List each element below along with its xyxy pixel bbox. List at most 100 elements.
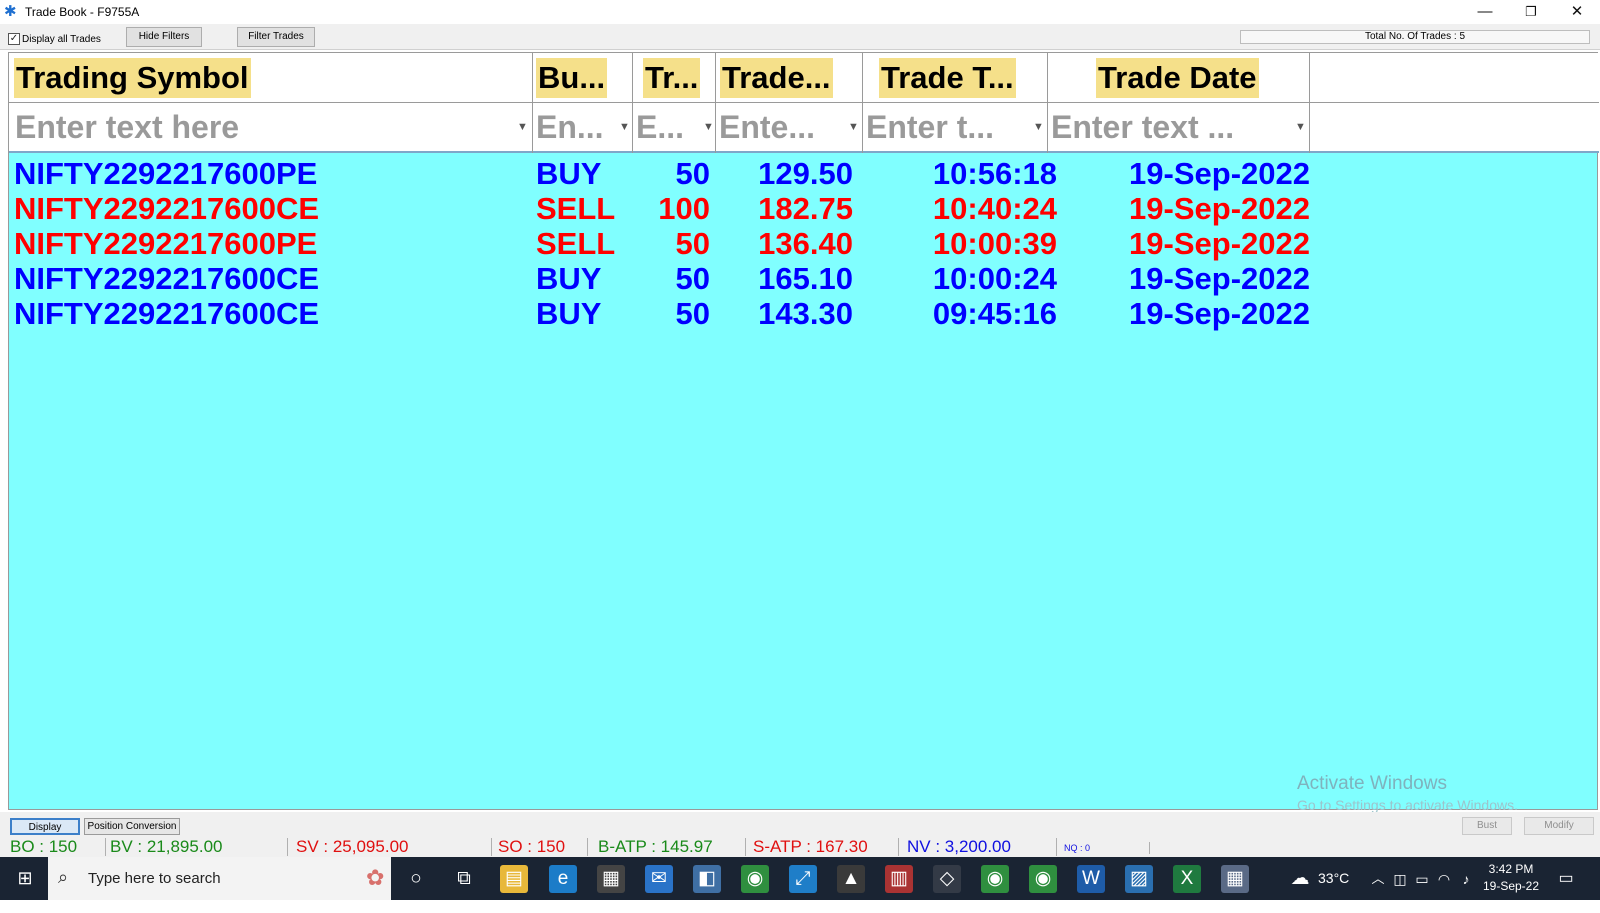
trading-app-icon[interactable]: ◇ — [933, 865, 961, 893]
table-row[interactable]: NIFTY2292217600CE SELL 100 182.75 10:40:24 19… — [9, 191, 1599, 226]
column-header-buy-sell[interactable]: Bu... — [533, 53, 633, 103]
cell-trading-symbol: NIFTY2292217600CE — [14, 296, 320, 331]
filter-row: Enter text here ▼ En... ▼ E... ▼ Ente... ▼ E… — [9, 103, 1599, 153]
notification-icon[interactable]: ▭ — [1552, 865, 1580, 893]
close-button[interactable]: ✕ — [1554, 0, 1600, 24]
cell-trading-symbol: NIFTY2292217600PE — [14, 226, 318, 261]
summary-bar: BO : 150 BV : 21,895.00 SV : 25,095.00 S… — [0, 836, 1600, 857]
trade-grid: Trading Symbol Bu... Tr... Trade... Trad… — [8, 52, 1599, 813]
filter-placeholder[interactable]: Enter t... — [866, 107, 995, 147]
remote-icon[interactable]: ⤢ — [789, 865, 817, 893]
tab-display[interactable]: Display — [10, 818, 80, 835]
photos-icon[interactable]: ▨ — [1125, 865, 1153, 893]
activate-windows-title: Activate Windows — [1297, 773, 1447, 794]
clock-time: 3:42 PM — [1488, 862, 1534, 876]
excel-icon[interactable]: X — [1173, 865, 1201, 893]
cell-trade-price: 136.40 — [758, 226, 853, 261]
filter-cell-buy-sell[interactable]: En... ▼ — [533, 103, 633, 153]
windows-start-icon[interactable]: ⊞ — [14, 867, 36, 889]
cell-trade-time: 09:45:16 — [932, 296, 1057, 331]
table-row[interactable]: NIFTY2292217600CE BUY 50 165.10 10:00:24 19-S… — [9, 261, 1599, 296]
filter-funnel-icon[interactable]: ▼ — [1033, 121, 1044, 133]
cell-traded-qty: 50 — [675, 156, 710, 191]
net-qty-summary: NQ : 0 — [1060, 842, 1150, 854]
modify-button[interactable]: Modify — [1524, 817, 1594, 835]
hide-filters-button[interactable]: Hide Filters — [126, 27, 202, 47]
filter-cell-trade-time[interactable]: Enter t... ▼ — [863, 103, 1048, 153]
display-all-trades-checkbox[interactable]: ✓ Display all Trades — [8, 33, 101, 45]
filter-funnel-icon[interactable]: ▼ — [1295, 121, 1306, 133]
restore-button[interactable]: ❐ — [1508, 0, 1554, 24]
header-label: Trade... — [720, 58, 833, 98]
cell-trade-time: 10:00:39 — [932, 226, 1057, 261]
trade-rows: NIFTY2292217600PE BUY 50 129.50 10:56:18 19-S… — [9, 156, 1599, 331]
chrome-icon[interactable]: ◉ — [741, 865, 769, 893]
filter-cell-traded-qty[interactable]: E... ▼ — [633, 103, 716, 153]
table-row[interactable]: NIFTY2292217600PE BUY 50 129.50 10:56:18 19-S… — [9, 156, 1599, 191]
filter-cell-trade-date[interactable]: Enter text ... ▼ — [1048, 103, 1310, 153]
taskbar-search-box[interactable]: ⌕ Type here to search ✿ — [48, 857, 391, 900]
cortana-icon[interactable]: ○ — [402, 865, 430, 893]
filter-funnel-icon[interactable]: ▼ — [848, 121, 859, 133]
search-placeholder[interactable]: Type here to search — [88, 870, 221, 887]
net-value-summary: NV : 3,200.00 — [903, 838, 1057, 856]
cell-trade-date: 19-Sep-2022 — [1129, 191, 1310, 226]
drive-icon[interactable]: ▲ — [837, 865, 865, 893]
title-bar: ✱ Trade Book - F9755A — ❐ ✕ — [0, 0, 1600, 24]
weather-temperature[interactable]: 33°C — [1318, 870, 1349, 913]
store-icon[interactable]: ▦ — [597, 865, 625, 893]
filter-cell-trading-symbol[interactable]: Enter text here ▼ — [9, 103, 533, 153]
chrome-icon[interactable]: ◉ — [981, 865, 1009, 893]
cell-buy-sell: BUY — [536, 296, 602, 331]
filter-placeholder[interactable]: E... — [636, 107, 685, 147]
cell-traded-qty: 50 — [675, 261, 710, 296]
cell-trade-time: 10:00:24 — [932, 261, 1057, 296]
filter-placeholder[interactable]: En... — [536, 107, 604, 147]
file-explorer-icon[interactable]: ▤ — [500, 865, 528, 893]
sell-value-summary: SV : 25,095.00 — [292, 838, 492, 856]
chrome-icon[interactable]: ◉ — [1029, 865, 1057, 893]
header-label: Bu... — [536, 58, 608, 98]
winrar-icon[interactable]: ▥ — [885, 865, 913, 893]
filter-funnel-icon[interactable]: ▼ — [619, 121, 630, 133]
weather-icon[interactable]: ☁ — [1286, 865, 1314, 893]
table-row[interactable]: NIFTY2292217600CE BUY 50 143.30 09:45:16 19-S… — [9, 296, 1599, 331]
filter-trades-button[interactable]: Filter Trades — [237, 27, 315, 47]
header-label: Trading Symbol — [14, 58, 251, 98]
calculator-icon[interactable]: ▦ — [1221, 865, 1249, 893]
column-header-trade-price[interactable]: Trade... — [716, 53, 863, 103]
puzzle-icon: ✱ — [4, 3, 17, 20]
column-header-trade-time[interactable]: Trade T... — [863, 53, 1048, 103]
buy-orders-summary: BO : 150 — [6, 838, 106, 856]
header-row: Trading Symbol Bu... Tr... Trade... Trad… — [9, 53, 1599, 103]
cell-traded-qty: 50 — [675, 226, 710, 261]
cell-trade-date: 19-Sep-2022 — [1129, 296, 1310, 331]
edge-icon[interactable]: e — [549, 865, 577, 893]
filter-cell-trade-price[interactable]: Ente... ▼ — [716, 103, 863, 153]
column-header-trade-date[interactable]: Trade Date — [1048, 53, 1310, 103]
filter-funnel-icon[interactable]: ▼ — [517, 121, 528, 133]
filter-placeholder[interactable]: Enter text here — [15, 107, 240, 147]
filter-placeholder[interactable]: Enter text ... — [1051, 107, 1235, 147]
table-row[interactable]: NIFTY2292217600PE SELL 50 136.40 10:00:39 19-… — [9, 226, 1599, 261]
word-icon[interactable]: W — [1077, 865, 1105, 893]
task-view-icon[interactable]: ⧉ — [450, 865, 478, 893]
taskbar-clock[interactable]: 3:42 PM 19-Sep-22 — [1476, 861, 1546, 895]
column-header-traded-qty[interactable]: Tr... — [633, 53, 716, 103]
mail-icon[interactable]: ✉ — [645, 865, 673, 893]
taskbar: ⊞ ⌕ Type here to search ✿ ○ ⧉ ▤ e ▦ ✉ ◧ … — [0, 857, 1600, 900]
filter-funnel-icon[interactable]: ▼ — [703, 121, 714, 133]
minimize-button[interactable]: — — [1462, 0, 1508, 24]
bust-button[interactable]: Bust — [1462, 817, 1512, 835]
header-label: Tr... — [643, 58, 701, 98]
app-icon[interactable]: ◧ — [693, 865, 721, 893]
cell-trading-symbol: NIFTY2292217600CE — [14, 261, 320, 296]
cell-trade-price: 182.75 — [758, 191, 853, 226]
checkmark-icon[interactable]: ✓ — [8, 33, 20, 45]
display-all-trades-label: Display all Trades — [22, 33, 101, 45]
column-header-trading-symbol[interactable]: Trading Symbol — [9, 53, 533, 103]
cell-trade-date: 19-Sep-2022 — [1129, 156, 1310, 191]
filter-placeholder[interactable]: Ente... — [719, 107, 816, 147]
tab-position-conversion[interactable]: Position Conversion — [84, 818, 180, 835]
sell-orders-summary: SO : 150 — [494, 838, 588, 856]
